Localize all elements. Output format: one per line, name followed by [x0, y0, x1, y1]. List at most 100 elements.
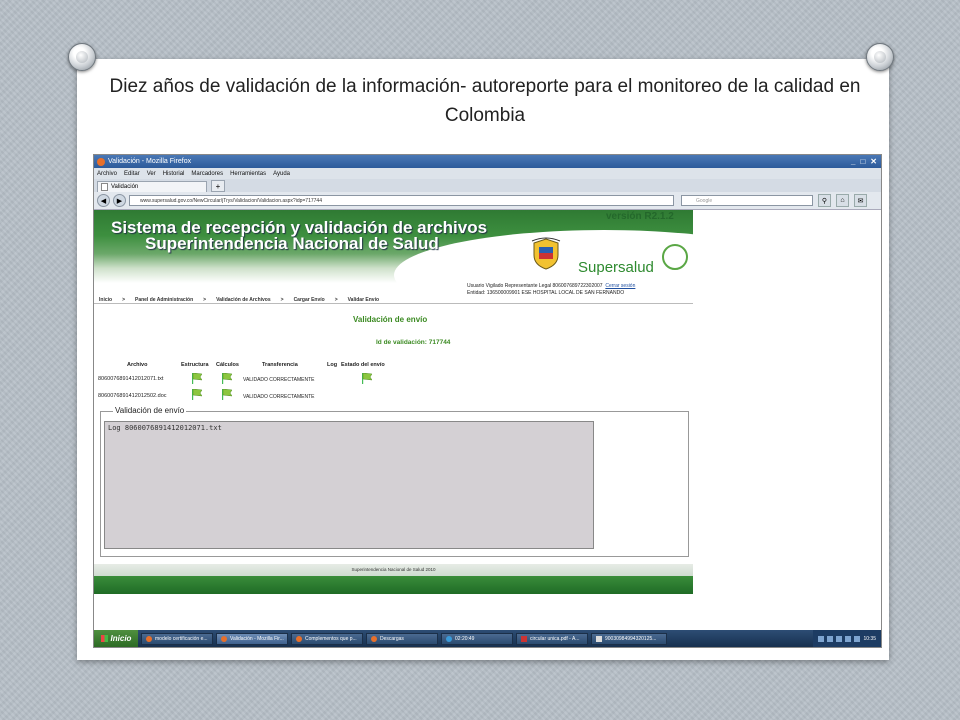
firefox-icon	[221, 635, 227, 642]
firefox-icon	[371, 635, 377, 642]
green-flag-icon	[192, 373, 202, 384]
maximize-button[interactable]: □	[860, 157, 865, 166]
col-log: Log	[327, 362, 338, 368]
menu-herramientas[interactable]: Herramientas	[230, 171, 266, 177]
web-page: Sistema de recepción y validación de arc…	[94, 210, 881, 630]
page-icon	[101, 183, 108, 191]
tab-validacion[interactable]: Validación	[97, 181, 207, 192]
menu-ver[interactable]: Ver	[147, 171, 156, 177]
addon-icon[interactable]: ✉	[854, 194, 867, 207]
validation-fieldset: Validación de envío Log 8060076891412012…	[100, 406, 689, 557]
start-label: Inicio	[110, 634, 132, 643]
pushpin-icon-right	[866, 43, 894, 71]
search-input[interactable]: Google	[681, 195, 813, 206]
slide-title: Diez años de validación de la informació…	[109, 76, 861, 126]
start-button[interactable]: Inicio	[94, 630, 138, 647]
taskbar-item-active[interactable]: Validación - Mozilla Fir...	[216, 632, 288, 645]
breadcrumb-panel[interactable]: Panel de Administración	[135, 297, 193, 303]
tab-label: Validación	[111, 184, 139, 190]
clock-app-icon	[446, 635, 452, 642]
menu-archivo[interactable]: Archivo	[97, 171, 117, 177]
validation-id: Id de validación: 717744	[376, 339, 451, 346]
pushpin-icon-left	[68, 43, 96, 71]
breadcrumb-sep: >	[122, 296, 125, 303]
breadcrumb-sep: >	[334, 296, 338, 303]
taskbar-item[interactable]: circular unica.pdf - A...	[516, 632, 588, 645]
tab-bar: Validación +	[94, 179, 881, 192]
page-heading: Validación de envío	[353, 315, 428, 324]
col-estructura: Estructura	[181, 362, 209, 368]
pdf-icon	[521, 635, 527, 642]
green-flag-icon	[192, 389, 202, 400]
tray-icon[interactable]	[845, 635, 852, 642]
tray-icon[interactable]	[818, 635, 825, 642]
system-tray: 10:35	[813, 630, 881, 647]
url-bar[interactable]: www.supersalud.gov.co/NewCircular/jTrys/…	[129, 195, 674, 206]
footer-text: Superintendencia Nacional de Salud 2010	[94, 564, 693, 576]
supersalud-logo-icon	[662, 244, 688, 270]
user-info: Usuario Vigilado Representante Legal 806…	[467, 283, 635, 297]
window-controls: _ □ ✕	[851, 157, 881, 166]
taskbar-item[interactable]: modelo certificación e...	[141, 632, 213, 645]
breadcrumb-validar[interactable]: Validar Envío	[348, 297, 379, 303]
menu-historial[interactable]: Historial	[163, 171, 185, 177]
home-icon[interactable]: ⌂	[836, 194, 849, 207]
table-row-status: VALIDADO CORRECTAMENTE	[243, 394, 315, 400]
taskbar-item-label: 90030984994320125...	[605, 635, 657, 642]
menu-ayuda[interactable]: Ayuda	[273, 171, 290, 177]
site-title: Sistema de recepción y validación de arc…	[111, 219, 487, 252]
firefox-icon	[296, 635, 302, 642]
coat-of-arms-icon	[531, 237, 561, 270]
close-button[interactable]: ✕	[870, 157, 877, 166]
footer-bar	[94, 576, 693, 594]
navigation-bar: ◀ ▶ www.supersalud.gov.co/NewCircular/jT…	[94, 192, 881, 210]
tray-icon[interactable]	[836, 635, 843, 642]
breadcrumb-inicio[interactable]: Inicio	[99, 297, 112, 303]
taskbar-item[interactable]: 02:20:49	[441, 632, 513, 645]
green-flag-icon	[362, 373, 372, 384]
col-calculos: Cálculos	[216, 362, 239, 368]
green-flag-icon	[222, 373, 232, 384]
taskbar-item-label: Complementos que p...	[305, 635, 357, 642]
breadcrumb-cargar[interactable]: Cargar Envío	[294, 297, 325, 303]
fieldset-legend: Validación de envío	[113, 406, 187, 415]
app-icon	[146, 635, 152, 642]
logout-link[interactable]: Cerrar sesión	[605, 283, 635, 289]
menu-marcadores[interactable]: Marcadores	[191, 171, 223, 177]
taskbar-item-label: circular unica.pdf - A...	[530, 635, 580, 642]
table-row-file[interactable]: 8060076891412012502.doc	[98, 393, 167, 399]
user-line1: Usuario Vigilado Representante Legal 806…	[467, 283, 603, 289]
tray-icon[interactable]	[854, 635, 861, 642]
green-flag-icon	[222, 389, 232, 400]
col-transferencia: Transferencia	[262, 362, 298, 368]
breadcrumb-validacion[interactable]: Validación de Archivos	[216, 297, 271, 303]
taskbar-item-label: Validación - Mozilla Fir...	[230, 635, 284, 642]
breadcrumb-sep: >	[280, 296, 284, 303]
taskbar-item[interactable]: 90030984994320125...	[591, 632, 667, 645]
forward-icon[interactable]: ▶	[113, 194, 126, 207]
new-tab-button[interactable]: +	[211, 180, 225, 192]
taskbar-item[interactable]: Descargas	[366, 632, 438, 645]
table-row-file[interactable]: 8060076891412012071.txt	[98, 376, 163, 382]
tray-icon[interactable]	[827, 635, 834, 642]
search-icon[interactable]: ⚲	[818, 194, 831, 207]
breadcrumb: Inicio > Panel de Administración > Valid…	[94, 296, 693, 304]
taskbar-item-label: modelo certificación e...	[155, 635, 208, 642]
clock: 10:35	[863, 635, 876, 642]
taskbar-item[interactable]: Complementos que p...	[291, 632, 363, 645]
windows-logo-icon	[100, 635, 108, 642]
screenshot-frame: Validación - Mozilla Firefox _ □ ✕ Archi…	[93, 154, 882, 648]
col-estado: Estado del envío	[341, 362, 385, 368]
version-label: versión R2.1.2	[606, 211, 674, 222]
window-title: Validación - Mozilla Firefox	[108, 158, 192, 165]
menu-editar[interactable]: Editar	[124, 171, 140, 177]
taskbar-item-label: Descargas	[380, 635, 404, 642]
windows-taskbar: Inicio modelo certificación e... Validac…	[94, 630, 881, 647]
menu-bar: Archivo Editar Ver Historial Marcadores …	[94, 168, 881, 179]
minimize-button[interactable]: _	[851, 157, 855, 166]
taskbar-item-label: 02:20:49	[455, 635, 475, 642]
document-icon	[596, 635, 602, 642]
back-icon[interactable]: ◀	[97, 194, 110, 207]
breadcrumb-sep: >	[203, 296, 207, 303]
log-textarea[interactable]: Log 8060076891412012071.txt	[104, 421, 594, 549]
